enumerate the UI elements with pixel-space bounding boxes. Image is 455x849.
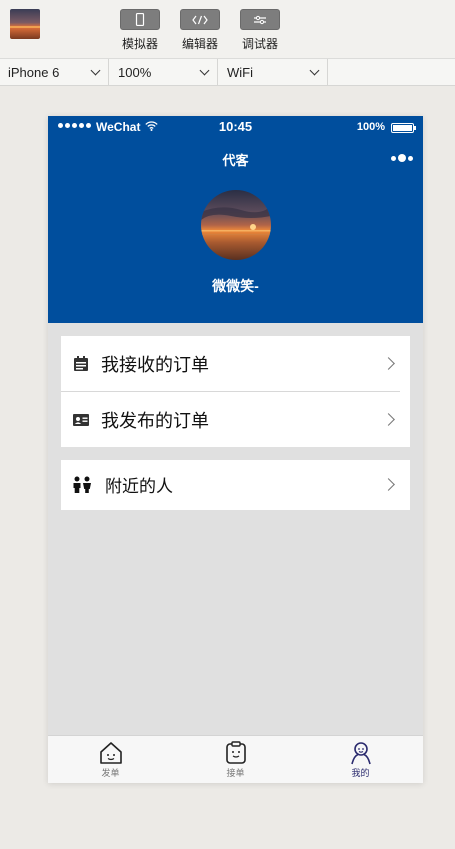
chevron-down-icon (309, 65, 320, 76)
device-select-value: iPhone 6 (8, 65, 60, 80)
phone-simulator: WeChat 10:45 100% 代客 微微笑- 我接收的订单 我发布的订单 … (48, 116, 423, 783)
menu-item-received-orders[interactable]: 我接收的订单 (61, 336, 410, 391)
ide-toolbar: 模拟器 编辑器 调试器 (0, 0, 455, 58)
editor-button[interactable]: 编辑器 (178, 9, 222, 52)
battery-percent: 100% (356, 121, 385, 133)
menu-item-published-orders[interactable]: 我发布的订单 (61, 392, 410, 447)
profile-avatar[interactable] (201, 190, 271, 260)
chevron-down-icon (199, 65, 210, 76)
house-face-icon (48, 741, 173, 765)
zoom-select-value: 100% (118, 65, 152, 80)
user-avatar[interactable] (10, 9, 40, 39)
id-card-icon (72, 411, 90, 429)
chevron-right-icon (382, 478, 395, 491)
profile-header: WeChat 10:45 100% 代客 微微笑- (48, 116, 423, 323)
chevron-right-icon (382, 357, 395, 370)
chevron-right-icon (382, 413, 395, 426)
battery-icon (391, 123, 416, 133)
simulator-label: 模拟器 (121, 37, 158, 51)
network-select[interactable]: WiFi (219, 59, 328, 86)
tab-label: 我的 (351, 768, 370, 778)
more-icon[interactable] (391, 154, 413, 162)
device-selectors: iPhone 6 100% WiFi (0, 58, 455, 86)
zoom-select[interactable]: 100% (110, 59, 218, 86)
debugger-button[interactable]: 调试器 (238, 9, 282, 52)
menu-label-published-orders: 我发布的订单 (101, 410, 209, 431)
tab-bar: 发单 接单 我的 (48, 735, 423, 783)
status-bar: WeChat 10:45 100% (48, 116, 423, 138)
tab-label: 发单 (101, 768, 120, 778)
profile-nickname: 微微笑- (212, 278, 259, 294)
person-icon (298, 741, 423, 765)
calendar-icon (72, 355, 90, 373)
tab-accept[interactable]: 接单 (173, 736, 298, 783)
chevron-down-icon (90, 65, 101, 76)
simulator-button[interactable]: 模拟器 (118, 9, 162, 52)
device-select[interactable]: iPhone 6 (0, 59, 109, 86)
sliders-icon (240, 9, 280, 30)
orders-menu: 我接收的订单 我发布的订单 (61, 336, 410, 447)
tab-mine[interactable]: 我的 (298, 736, 423, 783)
people-icon (72, 476, 92, 494)
menu-label-received-orders: 我接收的订单 (101, 354, 209, 375)
social-menu: 附近的人 (61, 460, 410, 510)
menu-label-nearby-people: 附近的人 (105, 477, 173, 496)
tab-publish[interactable]: 发单 (48, 736, 173, 783)
editor-label: 编辑器 (181, 37, 218, 51)
tab-label: 接单 (226, 768, 245, 778)
debugger-label: 调试器 (241, 37, 278, 51)
page-title: 代客 (222, 153, 249, 168)
phone-icon (120, 9, 160, 30)
network-select-value: WiFi (227, 65, 253, 80)
menu-item-nearby-people[interactable]: 附近的人 (61, 457, 410, 512)
code-icon (180, 9, 220, 30)
clipboard-face-icon (173, 741, 298, 765)
